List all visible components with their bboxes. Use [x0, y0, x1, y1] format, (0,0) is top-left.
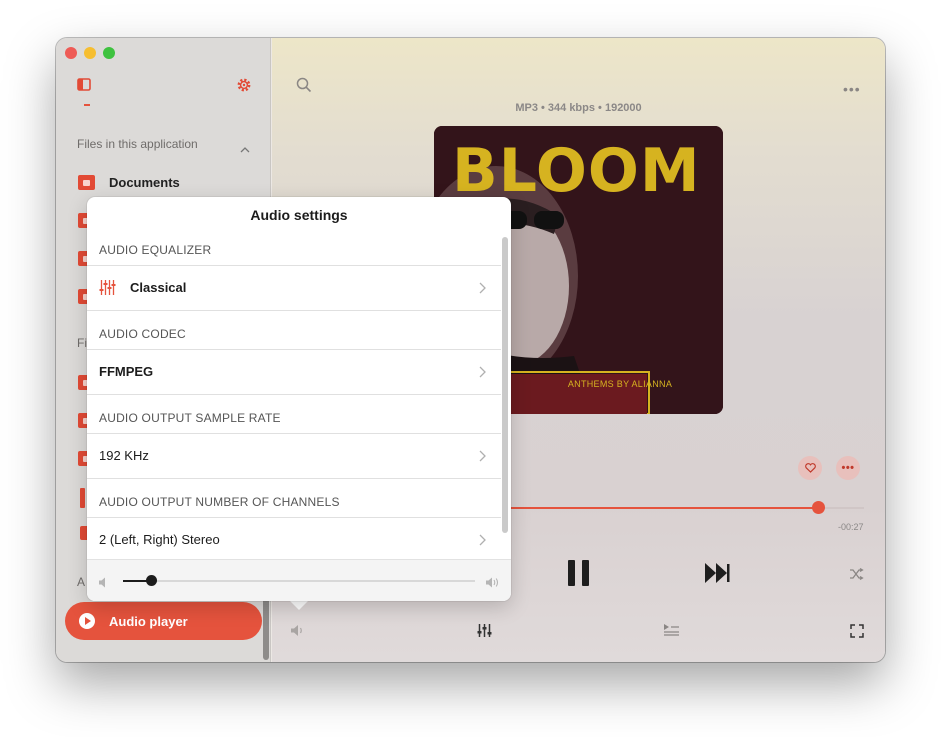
album-title: BLOOM	[452, 136, 701, 206]
album-subtitle: ANTHEMS BY ALIANNA	[567, 379, 673, 389]
chevron-up-icon[interactable]	[240, 140, 250, 158]
minimize-window-button[interactable]	[84, 47, 96, 59]
popover-scrollbar[interactable]	[502, 237, 508, 533]
audio-player-label: Audio player	[109, 613, 188, 629]
volume-icon[interactable]	[290, 624, 305, 642]
volume-control	[87, 559, 511, 601]
folder-icon	[78, 174, 95, 190]
fullscreen-icon[interactable]	[850, 624, 864, 643]
section-header-codec: AUDIO CODEC	[99, 327, 186, 341]
play-icon	[79, 613, 95, 629]
section-title-files: Files in this application	[77, 137, 198, 151]
popover-title: Audio settings	[250, 207, 348, 223]
volume-knob[interactable]	[146, 575, 158, 586]
sidebar-toggle-icon[interactable]	[77, 78, 91, 96]
sidebar-item-documents[interactable]: Documents	[78, 171, 180, 193]
section-title-truncated: Fi	[77, 336, 87, 350]
equalizer-icon	[99, 279, 116, 296]
sidebar-accent-mark	[84, 104, 90, 106]
section-header-channels: AUDIO OUTPUT NUMBER OF CHANNELS	[99, 495, 340, 509]
sidebar-item-label: Documents	[109, 174, 180, 190]
fast-forward-icon[interactable]	[704, 562, 730, 589]
chevron-right-icon	[479, 533, 486, 551]
progress-knob[interactable]	[811, 501, 825, 514]
divider	[87, 394, 501, 395]
section-title-truncated-footer: A	[77, 575, 86, 589]
audio-settings-popover: Audio settings AUDIO EQUALIZER Classical…	[87, 197, 511, 601]
gear-icon[interactable]	[236, 77, 252, 98]
codec-row[interactable]: FFMPEG	[87, 349, 501, 393]
equalizer-value: Classical	[130, 280, 187, 295]
track-more-button[interactable]: •••	[836, 456, 860, 480]
search-icon[interactable]	[296, 77, 312, 98]
equalizer-button-icon[interactable]	[477, 623, 492, 643]
channels-row[interactable]: 2 (Left, Right) Stereo	[87, 517, 501, 561]
audio-player-button[interactable]: Audio player	[65, 602, 262, 640]
time-remaining: -00:27	[838, 522, 864, 532]
more-options-button[interactable]: •••	[843, 81, 861, 97]
equalizer-row[interactable]: Classical	[87, 265, 501, 309]
divider	[87, 310, 501, 311]
channels-value: 2 (Left, Right) Stereo	[99, 532, 220, 547]
section-header-equalizer: AUDIO EQUALIZER	[99, 243, 212, 257]
queue-icon[interactable]	[663, 623, 680, 641]
audio-format-info: MP3 • 344 kbps • 192000	[515, 102, 642, 114]
divider	[87, 478, 501, 479]
codec-value: FFMPEG	[99, 364, 154, 379]
sample-rate-row[interactable]: 192 KHz	[87, 433, 501, 477]
shuffle-icon[interactable]	[849, 567, 864, 585]
popover-arrow	[289, 600, 309, 610]
chevron-right-icon	[479, 449, 486, 467]
pause-button[interactable]	[568, 560, 590, 586]
volume-high-icon	[485, 575, 500, 593]
section-header-sample-rate: AUDIO OUTPUT SAMPLE RATE	[99, 411, 281, 425]
zoom-window-button[interactable]	[103, 47, 115, 59]
sidebar-item-icon[interactable]	[80, 488, 85, 508]
chevron-right-icon	[479, 365, 486, 383]
sample-rate-value: 192 KHz	[99, 448, 149, 463]
favorite-button[interactable]	[798, 456, 822, 480]
heart-icon	[804, 463, 816, 473]
chevron-right-icon	[479, 281, 486, 299]
volume-slider[interactable]	[123, 575, 475, 586]
volume-low-icon	[98, 575, 110, 593]
close-window-button[interactable]	[65, 47, 77, 59]
